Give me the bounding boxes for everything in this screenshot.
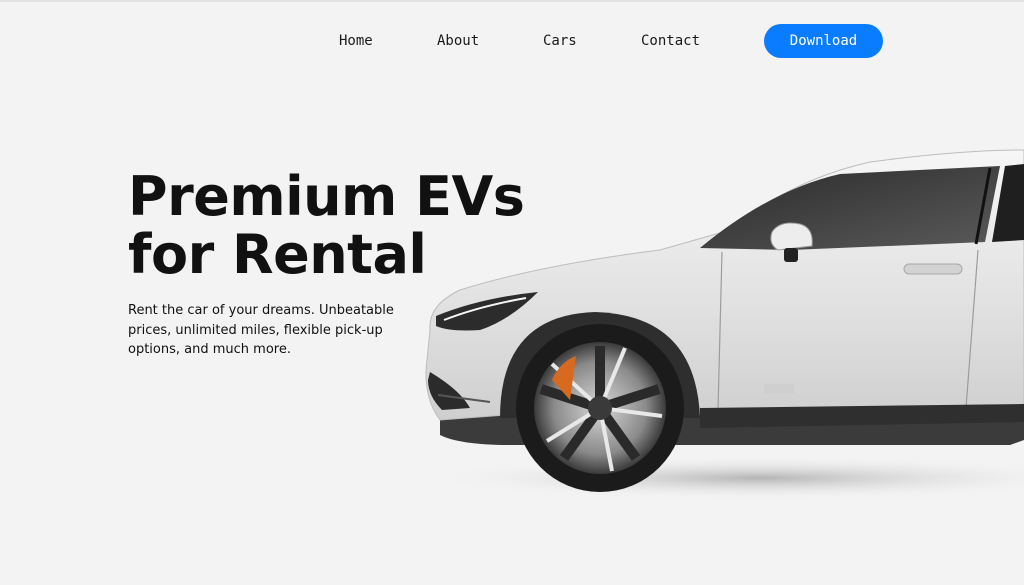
top-border <box>0 0 1024 2</box>
car-shadow <box>420 456 1024 500</box>
nav-link-home[interactable]: Home <box>339 33 373 49</box>
nav-link-cars[interactable]: Cars <box>543 33 577 49</box>
nav-link-about[interactable]: About <box>437 33 479 49</box>
front-wheel <box>516 324 684 492</box>
car-window <box>700 166 1000 250</box>
hero-car-image <box>420 149 1024 500</box>
landing-page: Home About Cars Contact Download Premium… <box>0 0 1024 585</box>
top-navigation: Home About Cars Contact Download <box>0 24 1024 58</box>
nav-link-contact[interactable]: Contact <box>641 33 700 49</box>
download-button[interactable]: Download <box>764 24 883 58</box>
hero-subtitle: Rent the car of your dreams. Unbeatable … <box>128 303 394 357</box>
car-mirror <box>770 222 813 251</box>
door-handle <box>903 263 963 275</box>
